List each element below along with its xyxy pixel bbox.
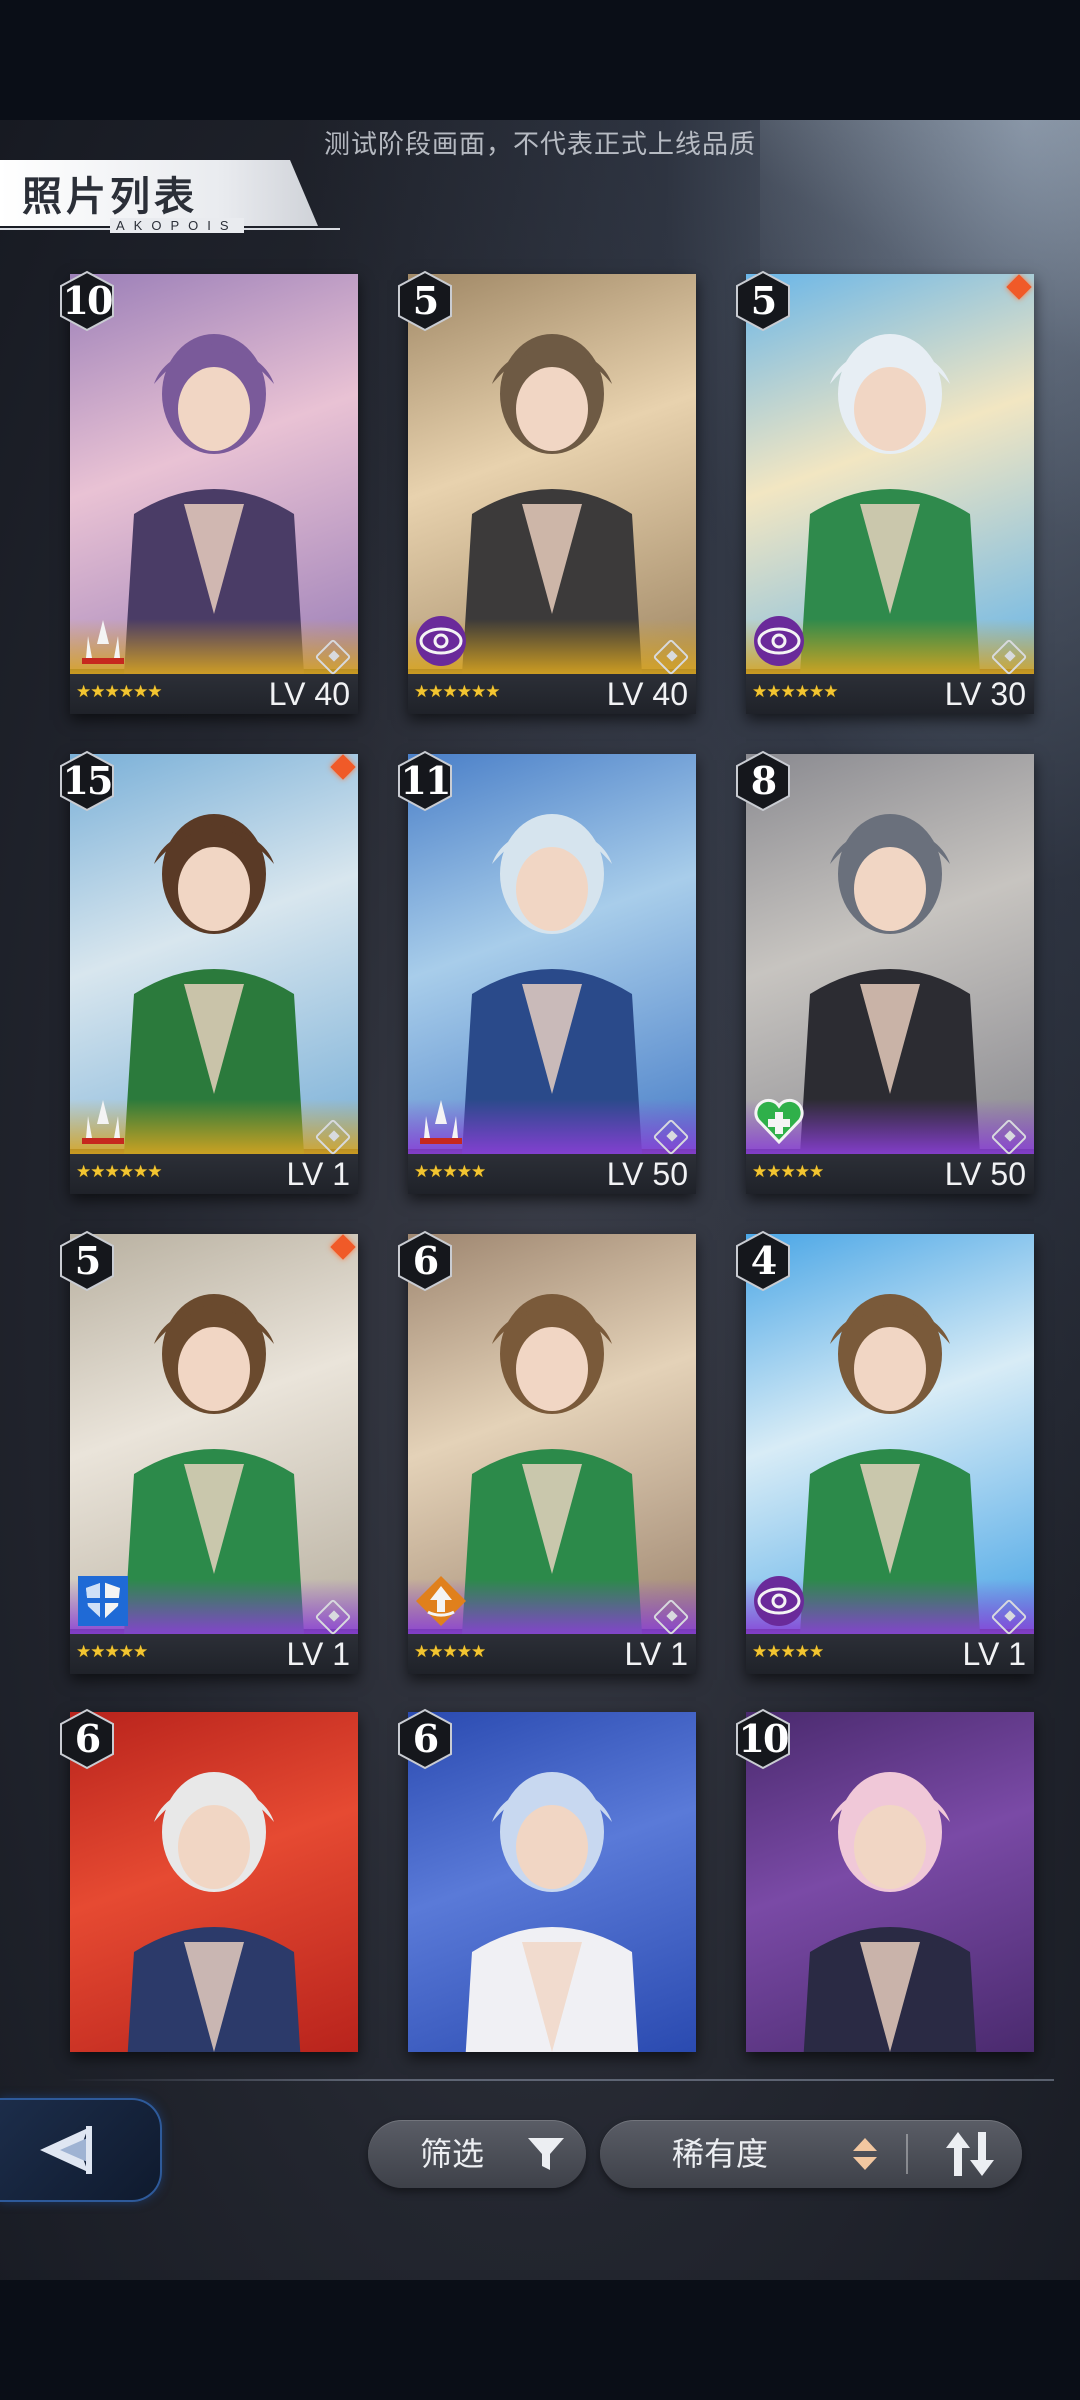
star-rating: ★★★★★★	[76, 1162, 162, 1181]
photo-card[interactable]: ★★★★★ LV 50	[408, 754, 696, 1194]
copy-count: 5	[74, 1238, 101, 1283]
copy-count-badge: 8	[732, 750, 794, 812]
copy-count: 4	[750, 1238, 777, 1283]
photo-card[interactable]: ★★★★★★ LV 30	[746, 274, 1034, 714]
card-level: LV 1	[624, 1636, 688, 1672]
card-level: LV 50	[944, 1156, 1026, 1192]
copy-count-badge: 11	[394, 750, 456, 812]
support-role-icon	[414, 1574, 468, 1628]
sort-direction-icon	[946, 2132, 994, 2176]
attack-role-icon	[76, 1094, 130, 1148]
copy-count-badge: 6	[394, 1230, 456, 1292]
sort-divider	[906, 2134, 908, 2174]
funnel-icon	[528, 2138, 564, 2170]
card-footer: ★★★★★★ LV 40	[408, 638, 696, 714]
copy-count: 5	[412, 278, 439, 323]
page-subtitle: AKOPOIS	[110, 218, 244, 233]
star-rating: ★★★★★	[414, 1162, 486, 1181]
copy-count: 10	[738, 1716, 790, 1761]
copy-count: 11	[400, 758, 452, 803]
sort-chevron-icon	[853, 2138, 877, 2170]
photo-card[interactable]: ★★★★★★ LV 40	[70, 274, 358, 714]
heal-role-icon	[752, 1094, 806, 1148]
copy-count-badge: 5	[394, 270, 456, 332]
control-role-icon	[414, 614, 468, 668]
attack-role-icon	[414, 1094, 468, 1148]
card-footer: ★★★★★ LV 1	[70, 1598, 358, 1674]
character-portrait	[127, 1772, 301, 2052]
card-footer: ★★★★★★ LV 30	[746, 638, 1034, 714]
card-level: LV 1	[286, 1156, 350, 1192]
copy-count: 5	[750, 278, 777, 323]
photo-card[interactable]: ★★★★★ LV 1	[70, 1234, 358, 1674]
star-rating: ★★★★★★	[414, 682, 500, 701]
sort-direction-button[interactable]	[930, 2120, 1010, 2188]
photo-card[interactable]: ★★★★★ LV 50	[746, 754, 1034, 1194]
copy-count: 6	[412, 1238, 439, 1283]
card-level: LV 50	[606, 1156, 688, 1192]
copy-count-badge: 4	[732, 1230, 794, 1292]
star-rating: ★★★★★	[752, 1642, 824, 1661]
card-level: LV 40	[606, 676, 688, 712]
card-footer: ★★★★★ LV 50	[746, 1118, 1034, 1194]
photo-card[interactable]: ★★★★★★ LV 40	[408, 274, 696, 714]
star-rating: ★★★★★	[414, 1642, 486, 1661]
copy-count: 6	[412, 1716, 439, 1761]
copy-count-badge: 6	[56, 1708, 118, 1770]
card-footer: ★★★★★ LV 1	[408, 1598, 696, 1674]
star-rating: ★★★★★	[76, 1642, 148, 1661]
panel-divider	[64, 2079, 1054, 2081]
card-level: LV 1	[286, 1636, 350, 1672]
copy-count: 10	[62, 278, 114, 323]
copy-count-badge: 15	[56, 750, 118, 812]
photo-card[interactable]: ★★★★★ LV 1	[408, 1234, 696, 1674]
card-footer: ★★★★★★ LV 1	[70, 1118, 358, 1194]
copy-count-badge: 6	[394, 1708, 456, 1770]
card-footer: ★★★★★ LV 1	[746, 1598, 1034, 1674]
star-rating: ★★★★★★	[752, 682, 838, 701]
copy-count: 8	[750, 758, 777, 803]
card-level: LV 30	[944, 676, 1026, 712]
character-portrait	[465, 1772, 639, 2052]
control-role-icon	[752, 1574, 806, 1628]
star-rating: ★★★★★	[752, 1162, 824, 1181]
copy-count-badge: 5	[732, 270, 794, 332]
test-build-watermark: 测试阶段画面，不代表正式上线品质	[323, 129, 756, 159]
photo-card[interactable]: ★★★★★ LV 1	[746, 1234, 1034, 1674]
sort-label: 稀有度	[672, 2136, 769, 2172]
status-bar-area	[0, 0, 1080, 120]
back-arrow-icon	[40, 2126, 92, 2174]
copy-count-badge: 10	[56, 270, 118, 332]
photo-card[interactable]: ★★★★★★ LV 1	[70, 754, 358, 1194]
copy-count: 6	[74, 1716, 101, 1761]
card-footer: ★★★★★ LV 50	[408, 1118, 696, 1194]
defense-role-icon	[76, 1574, 130, 1628]
navigation-bar-area	[0, 2280, 1080, 2400]
back-button[interactable]	[0, 2098, 162, 2202]
copy-count: 15	[62, 758, 114, 803]
filter-button[interactable]: 筛选	[368, 2120, 586, 2188]
star-rating: ★★★★★★	[76, 682, 162, 701]
card-level: LV 40	[268, 676, 350, 712]
page-title: 照片列表	[22, 173, 198, 220]
attack-role-icon	[76, 614, 130, 668]
character-portrait	[803, 1772, 977, 2052]
copy-count-badge: 10	[732, 1708, 794, 1770]
card-footer: ★★★★★★ LV 40	[70, 638, 358, 714]
copy-count-badge: 5	[56, 1230, 118, 1292]
card-level: LV 1	[962, 1636, 1026, 1672]
control-role-icon	[752, 614, 806, 668]
filter-label: 筛选	[420, 2136, 485, 2172]
